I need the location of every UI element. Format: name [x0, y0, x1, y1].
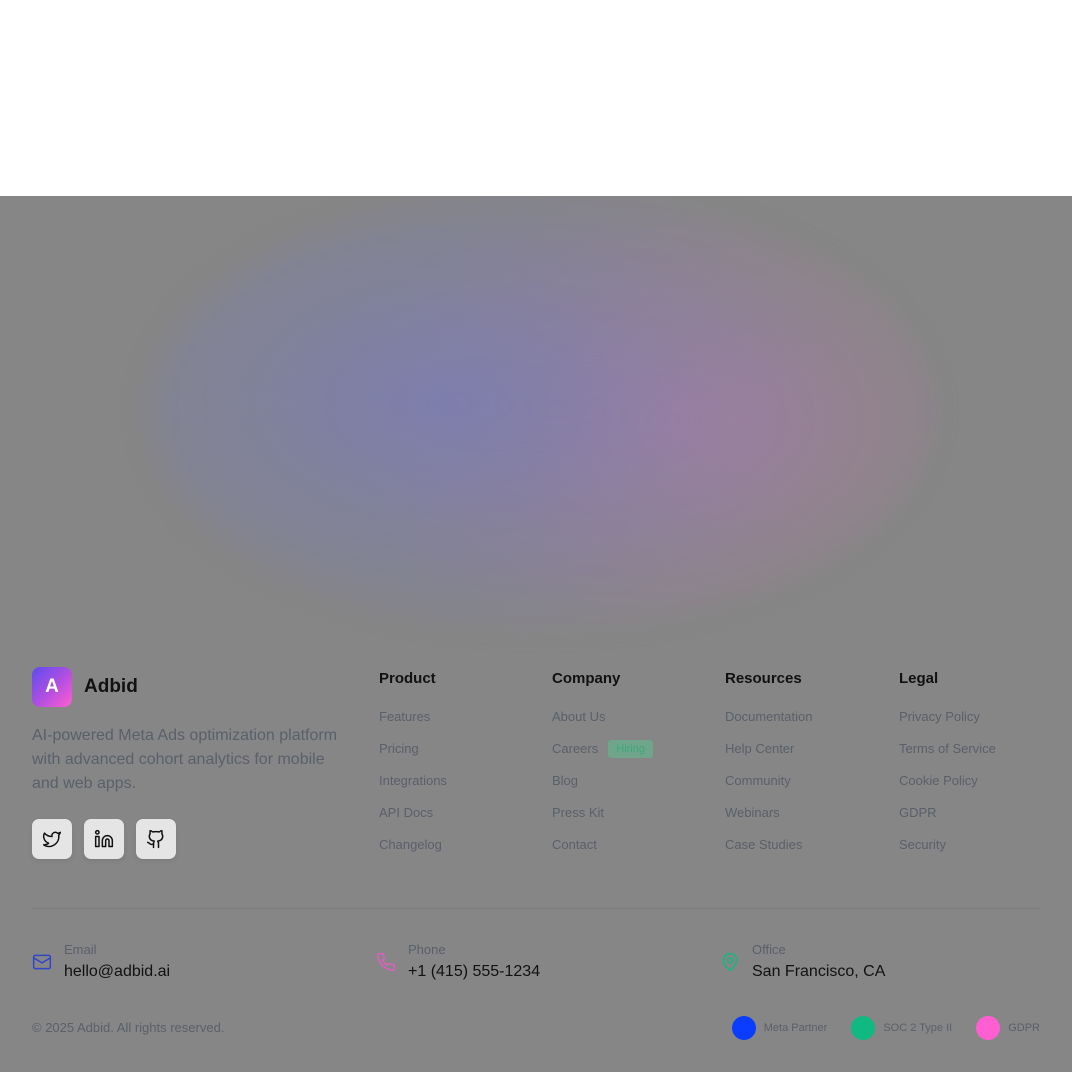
hiring-badge: Hiring: [608, 740, 653, 758]
company-title: Company: [552, 670, 621, 687]
email-value[interactable]: hello@adbid.ai: [64, 959, 170, 985]
link-webinars[interactable]: Webinars: [725, 804, 812, 836]
cert-label: Meta Partner: [763, 1022, 828, 1034]
link-changelog[interactable]: Changelog: [379, 836, 447, 868]
office-value: San Francisco, CA: [752, 963, 886, 980]
meta-partner-badge-icon: [731, 1016, 756, 1040]
link-security[interactable]: Security: [899, 836, 996, 868]
linkedin-button[interactable]: [84, 819, 124, 859]
link-about-us[interactable]: About Us: [552, 708, 653, 740]
product-column: Product Features Pricing Integrations AP…: [379, 670, 447, 868]
map-pin-icon: [722, 952, 738, 972]
brand[interactable]: A Adbid: [32, 667, 138, 707]
link-cookie-policy[interactable]: Cookie Policy: [899, 772, 996, 804]
resources-column: Resources Documentation Help Center Comm…: [725, 670, 812, 868]
brand-name: Adbid: [84, 676, 138, 697]
twitter-icon: [42, 831, 62, 848]
brand-description: AI-powered Meta Ads optimization platfor…: [32, 727, 338, 792]
cert-gdpr: GDPR: [976, 1016, 1040, 1040]
office-label: Office: [752, 942, 786, 957]
certifications: Meta Partner SOC 2 Type II GDPR: [708, 1016, 1040, 1040]
twitter-button[interactable]: [32, 819, 72, 859]
link-careers[interactable]: Careers: [552, 740, 598, 758]
link-features[interactable]: Features: [379, 708, 447, 740]
page-top-area: [0, 0, 1072, 196]
link-integrations[interactable]: Integrations: [379, 772, 447, 804]
soc2-badge-icon: [851, 1016, 876, 1040]
link-community[interactable]: Community: [725, 772, 812, 804]
github-button[interactable]: [136, 819, 176, 859]
link-privacy-policy[interactable]: Privacy Policy: [899, 708, 996, 740]
cert-soc2: SOC 2 Type II: [851, 1016, 952, 1040]
product-title: Product: [379, 670, 436, 687]
link-press-kit[interactable]: Press Kit: [552, 804, 653, 836]
cert-label: GDPR: [1008, 1022, 1040, 1034]
company-column: Company About Us Careers Hiring Blog Pre…: [552, 670, 653, 868]
careers-item: Careers Hiring: [552, 740, 653, 772]
link-terms-of-service[interactable]: Terms of Service: [899, 740, 996, 772]
phone-value[interactable]: +1 (415) 555-1234: [408, 959, 540, 985]
product-links: Features Pricing Integrations API Docs C…: [379, 708, 447, 868]
logo-icon: A: [32, 667, 72, 707]
contact-office[interactable]: Office San Francisco, CA: [720, 941, 885, 985]
legal-links: Privacy Policy Terms of Service Cookie P…: [899, 708, 996, 868]
footer-divider: [32, 908, 1040, 909]
link-blog[interactable]: Blog: [552, 772, 653, 804]
link-documentation[interactable]: Documentation: [725, 708, 812, 740]
contact-email[interactable]: Email hello@adbid.ai: [32, 941, 170, 985]
gdpr-badge-icon: [976, 1016, 1001, 1040]
legal-column: Legal Privacy Policy Terms of Service Co…: [899, 670, 996, 868]
contact-phone[interactable]: Phone +1 (415) 555-1234: [376, 941, 540, 985]
cert-label: SOC 2 Type II: [883, 1022, 953, 1034]
phone-icon: [377, 952, 396, 971]
social-links: [32, 819, 176, 859]
mail-icon: [32, 954, 52, 970]
legal-title: Legal: [899, 670, 939, 687]
company-links: About Us Careers Hiring Blog Press Kit C…: [552, 708, 653, 868]
link-help-center[interactable]: Help Center: [725, 740, 812, 772]
github-icon: [146, 829, 164, 849]
link-api-docs[interactable]: API Docs: [379, 804, 447, 836]
cert-meta-partner: Meta Partner: [731, 1016, 828, 1040]
email-label: Email: [64, 942, 97, 957]
phone-label: Phone: [408, 942, 446, 957]
link-gdpr[interactable]: GDPR: [899, 804, 996, 836]
copyright-text: © 2025 Adbid. All rights reserved.: [32, 1020, 225, 1035]
resources-title: Resources: [725, 670, 802, 687]
link-case-studies[interactable]: Case Studies: [725, 836, 812, 868]
linkedin-icon: [94, 829, 114, 848]
background-glow: [150, 196, 930, 626]
link-pricing[interactable]: Pricing: [379, 740, 447, 772]
link-contact[interactable]: Contact: [552, 836, 653, 868]
resources-links: Documentation Help Center Community Webi…: [725, 708, 812, 868]
